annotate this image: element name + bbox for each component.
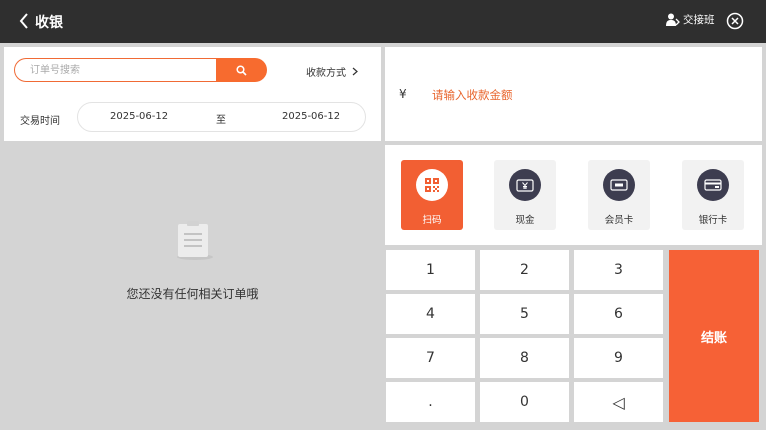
top-bar: 收银 交接班	[0, 0, 766, 43]
method-vip-card[interactable]: 会员卡	[588, 160, 650, 230]
qr-code-icon	[416, 169, 448, 201]
order-search-panel: 收款方式 交易时间 2025-06-12 至 2025-06-12	[4, 47, 381, 141]
amount-panel[interactable]: ¥ 请输入收款金额	[385, 47, 762, 141]
date-filter-label: 交易时间	[20, 116, 60, 127]
chevron-left-icon	[19, 13, 28, 29]
method-label: 银行卡	[698, 215, 728, 226]
method-label: 现金	[515, 215, 535, 226]
bank-card-icon	[697, 169, 729, 201]
key-1[interactable]: 1	[386, 250, 475, 290]
date-separator: 至	[216, 115, 226, 126]
method-label: 扫码	[422, 215, 442, 226]
key-5[interactable]: 5	[480, 294, 569, 334]
currency-symbol: ¥	[399, 87, 407, 101]
key-6[interactable]: 6	[574, 294, 663, 334]
date-range-picker: 2025-06-12 至 2025-06-12	[77, 102, 366, 132]
cash-icon	[509, 169, 541, 201]
key-8[interactable]: 8	[480, 338, 569, 378]
key-3[interactable]: 3	[574, 250, 663, 290]
chevron-right-icon	[352, 67, 358, 76]
method-scan[interactable]: 扫码	[401, 160, 463, 230]
search-button[interactable]	[216, 58, 267, 82]
method-cash[interactable]: 现金	[494, 160, 556, 230]
payment-methods-panel: 扫码 现金 会员卡 银行卡	[385, 145, 762, 245]
empty-document-icon	[177, 221, 213, 260]
amount-placeholder: 请输入收款金额	[432, 88, 513, 102]
method-bank-card[interactable]: 银行卡	[682, 160, 744, 230]
order-search-input[interactable]	[14, 58, 217, 82]
checkout-button[interactable]: 结账	[669, 250, 759, 422]
start-date[interactable]: 2025-06-12	[110, 111, 168, 122]
user-switch-icon	[666, 13, 680, 26]
key-2[interactable]: 2	[480, 250, 569, 290]
end-date[interactable]: 2025-06-12	[282, 111, 340, 122]
handover-label: 交接班	[683, 14, 715, 26]
key-decimal[interactable]: .	[386, 382, 475, 422]
close-icon[interactable]	[726, 12, 744, 30]
pay-method-label: 收款方式	[306, 68, 346, 79]
key-4[interactable]: 4	[386, 294, 475, 334]
key-9[interactable]: 9	[574, 338, 663, 378]
page-title: 收银	[35, 15, 63, 31]
vip-card-icon	[603, 169, 635, 201]
back-button[interactable]	[14, 9, 34, 33]
key-7[interactable]: 7	[386, 338, 475, 378]
method-label: 会员卡	[604, 215, 634, 226]
key-0[interactable]: 0	[480, 382, 569, 422]
search-icon	[236, 64, 247, 76]
pay-method-filter[interactable]: 收款方式	[306, 64, 358, 79]
empty-state-message: 您还没有任何相关订单哦	[126, 287, 259, 301]
backspace-key[interactable]: ◁	[574, 382, 663, 422]
handover-button[interactable]: 交接班	[666, 12, 715, 27]
